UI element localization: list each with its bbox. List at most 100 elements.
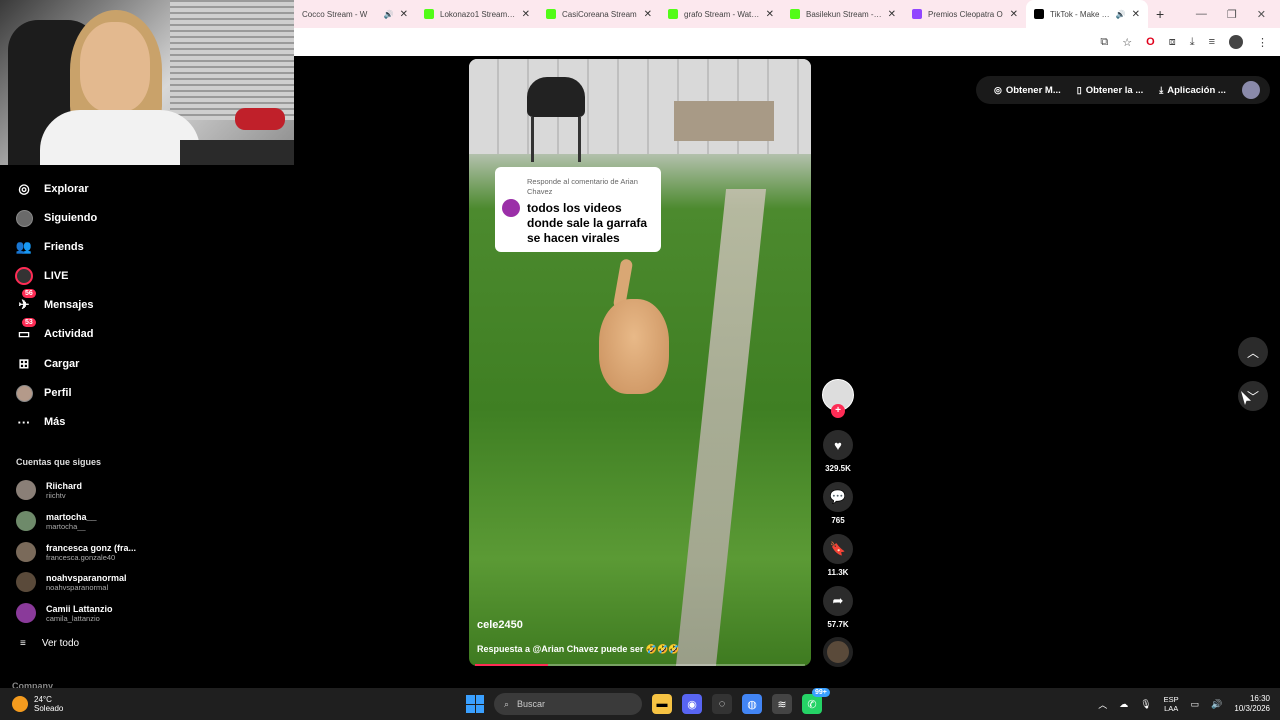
get-coins-button[interactable]: ◎ Obtener M...	[986, 85, 1069, 96]
browser-tab[interactable]: Premios Cleopatra O ✕	[904, 0, 1026, 28]
browser-tab[interactable]: grafo Stream - Watch ✕	[660, 0, 782, 28]
whatsapp-icon[interactable]: ✆ 99+	[802, 688, 830, 714]
kick-icon	[668, 9, 678, 19]
follow-plus-button[interactable]: +	[831, 404, 845, 418]
close-icon[interactable]: ✕	[766, 9, 774, 20]
save-action: 🔖 11.3K	[821, 534, 855, 577]
obs-icon[interactable]: ◌	[712, 694, 732, 714]
mic-icon[interactable]: 🎙	[1140, 699, 1151, 710]
bookmark-star-icon[interactable]: ☆	[1122, 36, 1132, 49]
kick-icon	[546, 9, 556, 19]
new-tab-button[interactable]: +	[1148, 6, 1172, 22]
nav-explorar[interactable]: ◎ Explorar	[14, 179, 89, 199]
video-player[interactable]: Responde al comentario de Arian Chavez t…	[469, 59, 811, 666]
download-icon[interactable]: ⤓	[1190, 36, 1195, 49]
browser-tab[interactable]: CasiCoreana Stream ✕	[538, 0, 660, 28]
tab-label: Cocco Stream - W	[302, 9, 368, 19]
close-window-button[interactable]: ✕	[1257, 8, 1266, 21]
share-count: 57.7K	[827, 620, 849, 629]
close-icon[interactable]: ✕	[400, 9, 408, 20]
previous-video-button[interactable]: ︿	[1238, 337, 1268, 367]
close-icon[interactable]: ✕	[1010, 9, 1018, 20]
desktop-app-button[interactable]: ⤓ Aplicación ...	[1151, 85, 1234, 96]
avatar	[16, 480, 36, 500]
get-app-button[interactable]: ▯ Obtener la ...	[1069, 85, 1152, 96]
music-disc[interactable]	[823, 637, 853, 667]
kick-icon	[790, 9, 800, 19]
following-handle: martocha__	[46, 521, 86, 531]
time: 16:30	[1249, 694, 1270, 703]
bookmark-icon[interactable]: 🔖	[823, 534, 853, 564]
nav-mas[interactable]: ··· Más	[14, 412, 66, 432]
following-item[interactable]: francesca gonz (fra... francesca.gonzale4…	[16, 542, 136, 562]
tab-label: Basilekun Stream - W	[806, 9, 882, 19]
comment-icon[interactable]: 💬	[823, 482, 853, 512]
following-item[interactable]: Riichard riichtv	[16, 480, 82, 500]
following-item[interactable]: martocha__ martocha__	[16, 511, 97, 531]
network-icon[interactable]: ▭	[1191, 699, 1200, 710]
see-all-link[interactable]: ≡ Ver todo	[20, 638, 79, 649]
language-indicator[interactable]: ESP LAA	[1164, 695, 1179, 713]
video-progress-bar[interactable]	[475, 664, 805, 666]
coin-icon: ◎	[994, 84, 1002, 95]
onedrive-icon[interactable]: ☁	[1119, 699, 1128, 710]
nav-label: Explorar	[44, 183, 89, 195]
user-avatar[interactable]	[1241, 81, 1260, 99]
browser-tab[interactable]: Lokonazo1 Stream - K ✕	[416, 0, 538, 28]
clock[interactable]: 16:30 10/3/2026	[1234, 694, 1270, 714]
extensions-icon[interactable]: ⧈	[1169, 36, 1176, 49]
close-icon[interactable]: ✕	[522, 9, 530, 20]
playlist-icon[interactable]: ≡	[1209, 36, 1215, 48]
nav-actividad[interactable]: ▭ 53 Actividad	[14, 318, 94, 344]
volume-icon[interactable]: 🔊	[1211, 699, 1222, 710]
nav-perfil[interactable]: Perfil	[14, 383, 72, 403]
close-icon[interactable]: ✕	[888, 9, 896, 20]
following-item[interactable]: Camii Lattanzio camila_lattanzio	[16, 603, 113, 623]
more-icon: ···	[17, 414, 31, 430]
tab-label: TikTok - Make Yo	[1050, 9, 1110, 19]
following-item[interactable]: noahvsparanormal noahvsparanormal	[16, 572, 127, 592]
speaker-icon[interactable]: 🔊	[1116, 10, 1126, 19]
close-icon[interactable]: ✕	[644, 9, 652, 20]
speaker-icon[interactable]: 🔊	[384, 10, 394, 19]
comment-action: 💬 765	[821, 482, 855, 525]
following-name: Riichard	[46, 480, 83, 491]
tab-label: Premios Cleopatra O	[928, 9, 1003, 19]
maximize-button[interactable]: ❐	[1227, 8, 1237, 21]
install-app-icon[interactable]: ⧉	[1100, 36, 1108, 49]
browser-tab[interactable]: Cocco Stream - W 🔊 ✕	[294, 0, 416, 28]
share-icon[interactable]: ➦	[823, 586, 853, 616]
nav-live[interactable]: LIVE	[14, 266, 68, 286]
file-explorer-icon[interactable]: ▬	[652, 694, 672, 714]
messages-badge: 56	[22, 289, 36, 298]
nav-cargar[interactable]: ⊞ Cargar	[14, 354, 80, 374]
nav-mensajes[interactable]: ✈ 56 Mensajes	[14, 289, 94, 315]
twitch-icon	[912, 9, 922, 19]
menu-icon[interactable]: ⋮	[1257, 36, 1268, 49]
nav-label: Actividad	[44, 328, 94, 340]
weather-widget[interactable]: 24°C Soleado	[0, 695, 63, 713]
chevron-up-icon[interactable]: ︿	[1098, 698, 1107, 711]
browser-tab-active[interactable]: TikTok - Make Yo 🔊 ✕	[1026, 0, 1148, 28]
nav-siguiendo[interactable]: Siguiendo	[14, 208, 97, 228]
profile-avatar[interactable]	[1229, 35, 1243, 49]
reply-comment-sticker: Responde al comentario de Arian Chavez t…	[495, 167, 661, 252]
opera-icon[interactable]: O	[1146, 36, 1155, 48]
capcut-icon[interactable]: ≋	[772, 694, 792, 714]
close-icon[interactable]: ✕	[1132, 9, 1140, 20]
discord-icon[interactable]: ◉	[682, 694, 702, 714]
browser-tab[interactable]: Basilekun Stream - W ✕	[782, 0, 904, 28]
taskbar-search[interactable]: ⌕ Buscar	[494, 693, 642, 715]
nav-friends[interactable]: 👥 Friends	[14, 237, 84, 257]
chrome-icon[interactable]: ◍	[742, 694, 762, 714]
heart-icon[interactable]: ♥	[823, 430, 853, 460]
grill	[527, 77, 585, 117]
video-username[interactable]: cele2450	[477, 619, 523, 631]
minimize-button[interactable]: —	[1196, 8, 1207, 21]
following-title: Cuentas que sigues	[16, 457, 102, 467]
see-all-label: Ver todo	[41, 638, 80, 649]
button-label: Obtener la ...	[1085, 84, 1144, 96]
windows-taskbar: 24°C Soleado ⌕ Buscar ▬ ◉ ◌ ◍ ≋ ✆ 99+ ︿ ☁ 🎙…	[0, 688, 1280, 720]
nav-label: Más	[44, 416, 66, 428]
windows-start-icon[interactable]	[466, 695, 484, 713]
